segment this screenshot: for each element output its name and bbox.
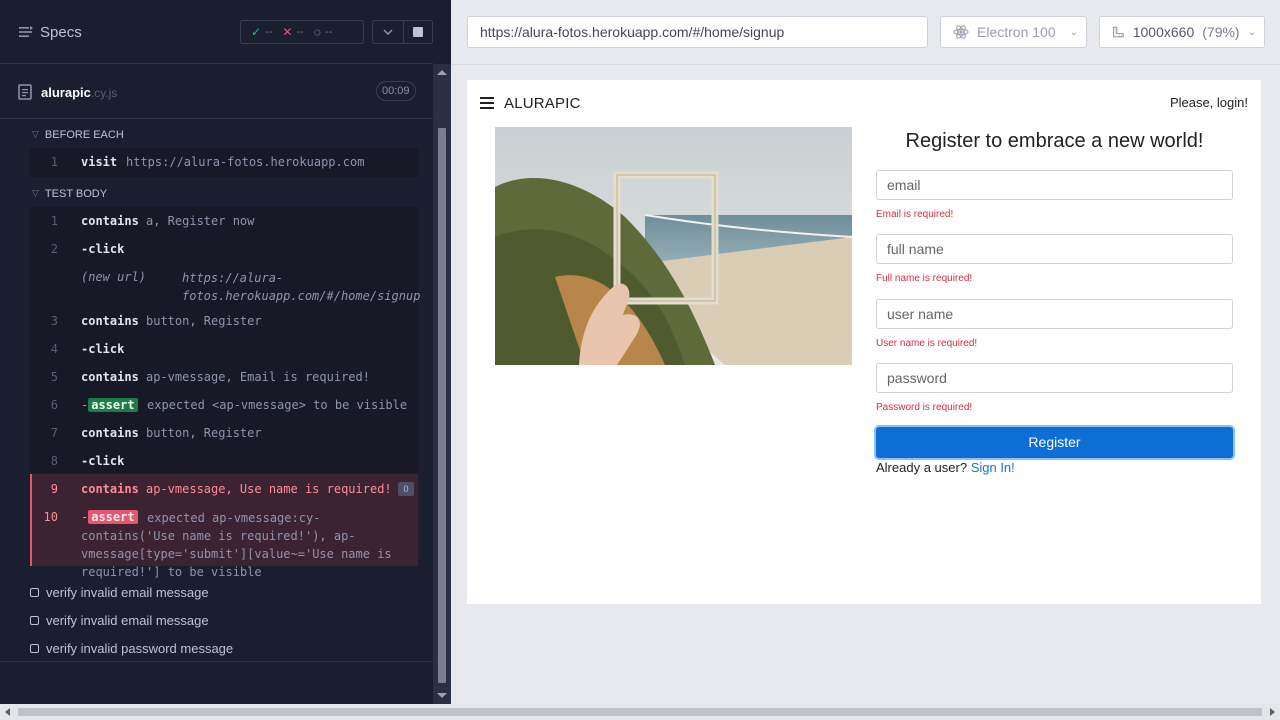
browser-select[interactable]: Electron 100 ⌄ <box>940 16 1087 48</box>
hero-image <box>495 127 852 365</box>
chevron-down-icon: ⌄ <box>1069 26 1078 38</box>
url-bar[interactable]: https://alura-fotos.herokuapp.com/#/home… <box>467 16 928 48</box>
file-icon <box>18 84 32 100</box>
new-url-row[interactable]: (new url) https://alura-fotos.herokuapp.… <box>30 270 420 306</box>
test-body-heading[interactable]: ▽ TEST BODY <box>32 187 107 201</box>
spinner-icon: ◌ <box>313 25 321 39</box>
test-item[interactable]: verify invalid password message <box>30 641 233 656</box>
scroll-thumb[interactable] <box>18 708 1262 716</box>
login-link[interactable]: Please, login! <box>1170 95 1248 110</box>
user-name-field[interactable]: user name <box>876 299 1233 329</box>
full-name-error: Full name is required! <box>876 273 973 284</box>
divider <box>451 64 1280 65</box>
collapse-button[interactable] <box>372 20 404 44</box>
scroll-thumb[interactable] <box>438 128 446 683</box>
chevron-down-icon <box>383 29 393 35</box>
test-status-icon <box>30 616 39 625</box>
scroll-left-icon[interactable] <box>5 708 10 716</box>
pin-badge: 0 <box>398 482 414 496</box>
full-name-field[interactable]: full name <box>876 234 1233 264</box>
viewport-select[interactable]: 1000x660 (79%) ⌄ <box>1099 16 1265 48</box>
test-status-icon <box>30 588 39 597</box>
specs-header: Specs ✓ -- ✕ -- ◌ -- <box>0 0 433 64</box>
chevron-down-icon: ▽ <box>32 128 39 139</box>
sign-in-link[interactable]: Sign In! <box>971 460 1015 475</box>
ruler-icon <box>1113 26 1124 38</box>
test-item[interactable]: verify invalid email message <box>30 585 209 600</box>
spec-file-row: alurapic.cy.js 00:09 <box>0 65 433 119</box>
test-stats: ✓ -- ✕ -- ◌ -- <box>240 20 364 44</box>
stop-icon <box>413 27 423 37</box>
check-icon: ✓ <box>251 25 262 39</box>
electron-icon <box>953 25 969 39</box>
divider <box>0 661 433 662</box>
passed-stat: ✓ -- <box>251 25 273 39</box>
failed-stat: ✕ -- <box>282 25 304 39</box>
specs-title[interactable]: Specs <box>40 24 82 41</box>
register-button[interactable]: Register <box>876 427 1233 458</box>
test-status-icon <box>30 644 39 653</box>
password-error: Password is required! <box>876 402 973 413</box>
stop-button[interactable] <box>403 20 433 44</box>
horizontal-scrollbar[interactable] <box>0 704 1280 720</box>
email-error: Email is required! <box>876 209 954 220</box>
assert-row-failed[interactable]: 10 - assert expected ap-vmessage:cy-conta… <box>30 510 418 579</box>
before-each-commands: 1 visit https://alura-fotos.herokuapp.co… <box>30 148 418 177</box>
scroll-down-icon[interactable] <box>437 693 447 698</box>
specs-list-icon[interactable] <box>18 24 34 40</box>
chevron-down-icon: ▽ <box>32 187 39 198</box>
brand-logo: ALURAPIC <box>504 95 581 112</box>
duration-badge: 00:09 <box>376 81 416 101</box>
reporter-scrollbar[interactable] <box>433 64 451 704</box>
menu-icon[interactable] <box>480 97 494 109</box>
command-log-panel: Specs ✓ -- ✕ -- ◌ -- alurapic.cy.js 00:0… <box>0 0 451 704</box>
cross-icon: ✕ <box>282 25 293 39</box>
pending-stat: ◌ -- <box>313 25 333 39</box>
already-user-text: Already a user? Sign In! <box>876 460 1015 475</box>
user-name-error: User name is required! <box>876 338 978 349</box>
spec-file-name: alurapic.cy.js <box>41 85 118 100</box>
aut-panel: https://alura-fotos.herokuapp.com/#/home… <box>451 0 1280 704</box>
test-item[interactable]: verify invalid email message <box>30 613 209 628</box>
form-title: Register to embrace a new world! <box>905 130 1204 152</box>
app-frame: ALURAPIC Please, login! Register to embr… <box>467 80 1261 604</box>
password-field[interactable]: password <box>876 363 1233 393</box>
before-each-heading[interactable]: ▽ BEFORE EACH <box>32 128 124 142</box>
scroll-right-icon[interactable] <box>1270 708 1275 716</box>
email-field[interactable]: email <box>876 170 1233 200</box>
scroll-up-icon[interactable] <box>437 70 447 75</box>
chevron-down-icon: ⌄ <box>1247 26 1256 38</box>
